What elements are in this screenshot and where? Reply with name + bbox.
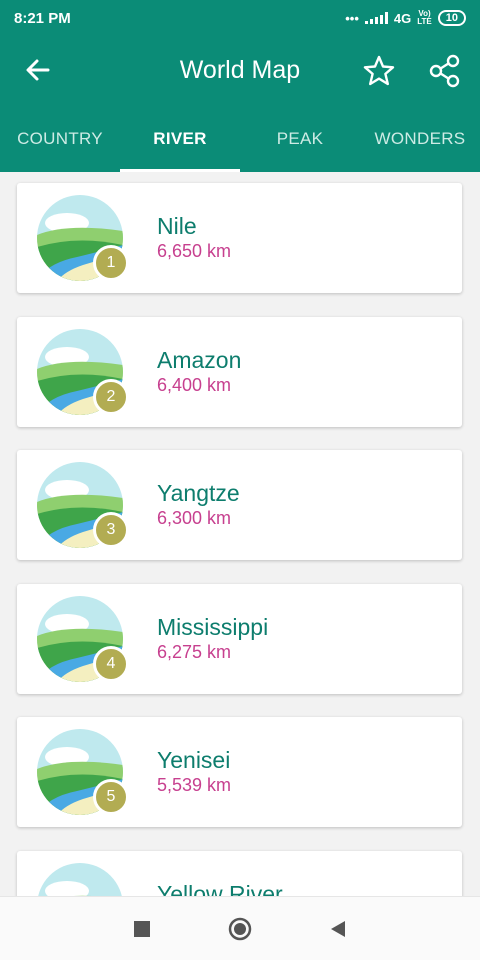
app-bar: World Map <box>0 36 480 106</box>
star-icon[interactable] <box>362 54 396 88</box>
rank-badge: 4 <box>93 646 129 682</box>
tab-peak[interactable]: PEAK <box>240 106 360 172</box>
river-card-amazon[interactable]: 2 Amazon 6,400 km <box>17 317 462 427</box>
river-length: 6,300 km <box>157 508 232 528</box>
river-name: Amazon <box>157 347 242 373</box>
tab-bar: COUNTRY RIVER PEAK WONDERS <box>0 106 480 172</box>
river-length: 6,275 km <box>157 642 232 662</box>
page-title: World Map <box>179 56 301 84</box>
river-name: Nile <box>157 213 197 239</box>
dots-icon: ••• <box>345 10 359 26</box>
status-time: 8:21 PM <box>14 9 71 27</box>
network-type: 4G <box>393 10 412 26</box>
tab-country[interactable]: COUNTRY <box>0 106 120 172</box>
river-card-yenisei[interactable]: 5 Yenisei 5,539 km <box>17 717 462 827</box>
river-name: Mississippi <box>157 614 269 640</box>
rank-badge: 5 <box>93 779 129 815</box>
battery-level: 10 <box>445 12 458 24</box>
signal-icon <box>364 12 388 24</box>
river-length: 6,650 km <box>157 241 232 261</box>
system-nav-bar <box>0 896 480 960</box>
river-name: Yangtze <box>157 480 240 506</box>
circle-home-icon[interactable] <box>228 917 252 941</box>
river-card-yangtze[interactable]: 3 Yangtze 6,300 km <box>17 450 462 560</box>
river-card-yellow-river[interactable]: 6 Yellow River <box>17 851 462 896</box>
rank-badge: 2 <box>93 379 129 415</box>
rank-badge: 3 <box>93 512 129 548</box>
volte-bottom: LTE <box>417 17 432 26</box>
battery-icon: 10 <box>437 10 466 26</box>
share-icon[interactable] <box>428 54 462 88</box>
tab-river[interactable]: RIVER <box>120 106 240 172</box>
river-list[interactable]: 1 Nile 6,650 km 2 Amazon 6,400 km 3 Yang… <box>0 172 480 896</box>
volte-icon: Vo) LTE <box>417 10 432 26</box>
river-card-nile[interactable]: 1 Nile 6,650 km <box>17 183 462 293</box>
square-recents-icon[interactable] <box>130 917 154 941</box>
status-bar: 8:21 PM ••• 4G Vo) LTE 10 <box>0 0 480 36</box>
river-length: 5,539 km <box>157 775 232 795</box>
tab-wonders[interactable]: WONDERS <box>360 106 480 172</box>
river-card-mississippi[interactable]: 4 Mississippi 6,275 km <box>17 584 462 694</box>
river-landscape-icon <box>37 863 123 896</box>
river-name: Yellow River <box>157 881 283 896</box>
status-icons: ••• 4G Vo) LTE 10 <box>345 10 466 26</box>
river-length: 6,400 km <box>157 375 232 395</box>
river-name: Yenisei <box>157 747 231 773</box>
rank-badge: 1 <box>93 245 129 281</box>
triangle-back-icon[interactable] <box>326 917 350 941</box>
